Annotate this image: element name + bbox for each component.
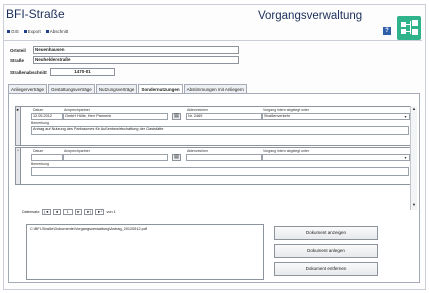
header-menu: GIS Export Abschnitt [7,29,68,34]
contact-card-icon[interactable]: ▤ [172,154,181,161]
abschnitt-field[interactable]: 1470-01 [50,68,115,76]
strasse-field[interactable]: Neuhelderstraße [33,56,239,64]
nav-of-text: von 1 [106,209,116,214]
nav-next-button[interactable]: ► [74,208,83,215]
strasse-row: Straße Neuhelderstraße [10,56,239,64]
bemerkung-field[interactable] [31,167,409,176]
module-title: Vorgangsverwaltung [258,10,363,22]
record-selector[interactable]: ► [16,107,21,145]
menu-item-export[interactable]: Export [23,29,41,34]
new-record-selector[interactable]: * [16,148,21,184]
strasse-label: Straße [10,57,25,63]
aktenzeichen-field[interactable]: Nr. 2469 [186,113,262,120]
record-new: * Datum Ansprechpartner Aktenzeichen Vor… [15,147,412,185]
abschnitt-icon [45,30,49,33]
ortsteil-label: Ortsteil [10,47,26,53]
nav-label: Datensatz: [22,209,41,214]
datum-field[interactable]: 12.05.2012 [31,113,63,120]
contact-card-icon[interactable]: ▤ [172,113,181,120]
ortsteil-row: Ortsteil Neuenhausen [10,46,239,54]
vorgang-label: Vorgang intern abgelegt unter [263,108,310,112]
menu-item-gis[interactable]: GIS [7,29,19,34]
abschnitt-row: Straßenabschnitt 1470-01 [10,68,115,76]
vorgang-select[interactable]: Straßenverkehr [262,113,410,120]
help-button[interactable]: ? [383,27,391,35]
show-document-button[interactable]: Dokument anzeigen [274,226,378,240]
nav-prev-button[interactable]: ◄ [52,208,61,215]
scroll-down-icon[interactable]: ▼ [412,202,416,207]
document-item[interactable]: C:\BFI-Straße\Dokumente\Vorgangsverwaltu… [30,227,260,231]
tab-sondernutzungen[interactable]: Sondernutzungen [138,84,183,93]
chevron-down-icon[interactable]: ▾ [403,114,408,119]
abschnitt-label: Straßenabschnitt [10,69,47,75]
tab-nutzungsvertraege[interactable]: Nutzungsverträge [95,84,138,93]
aktenzeichen-label: Aktenzeichen [187,149,209,153]
datum-label: Datum [33,108,44,112]
nav-current-input[interactable]: 1 [62,208,73,215]
app-logo-icon [397,16,421,40]
header-divider [4,40,422,41]
datum-label: Datum [33,149,44,153]
export-icon [23,30,27,33]
menu-item-abschnitt[interactable]: Abschnitt [45,29,68,34]
nav-new-button[interactable]: ►* [95,208,105,215]
nav-last-button[interactable]: ►| [84,208,94,215]
bemerkung-label: Bemerkung [31,121,49,125]
ansprechpartner-label: Ansprechpartner [64,108,90,112]
tab-abstimmungen[interactable]: Abstimmungen mit Anliegern [183,84,247,93]
record-1: ► Datum Ansprechpartner Aktenzeichen Vor… [15,106,412,146]
gis-icon [7,30,10,33]
bemerkung-field[interactable]: Antrag auf Nutzung des Parkraumes für Au… [31,126,409,135]
records-scrollbar[interactable]: ▲ ▼ [410,106,417,210]
nav-first-button[interactable]: |◄ [42,208,51,215]
chevron-down-icon[interactable]: ▾ [403,155,408,160]
ansprechpartner-field[interactable]: GmbH Hölle, Herr Pannenk [63,113,168,120]
app-title: BFI-Straße [6,7,65,21]
tab-bar: Anliegerverträge Gestattungsverträge Nut… [8,84,248,93]
datum-field[interactable] [31,154,63,161]
record-navigation: Datensatz: |◄ ◄ 1 ► ►| ►* von 1 [22,208,116,215]
vorgang-select[interactable] [262,154,410,161]
document-list[interactable]: C:\BFI-Straße\Dokumente\Vorgangsverwaltu… [26,224,264,280]
scroll-up-icon[interactable]: ▲ [412,106,416,111]
tab-anliegervertraege[interactable]: Anliegerverträge [8,84,48,93]
ortsteil-field[interactable]: Neuenhausen [33,46,239,54]
tab-gestattungsvertraege[interactable]: Gestattungsverträge [48,84,95,93]
aktenzeichen-label: Aktenzeichen [187,108,209,112]
ansprechpartner-field[interactable] [63,154,168,161]
vorgang-label: Vorgang intern abgelegt unter [263,149,310,153]
bemerkung-label: Bemerkung [31,162,49,166]
add-document-button[interactable]: Dokument anlegen [274,244,378,258]
ansprechpartner-label: Ansprechpartner [64,149,90,153]
aktenzeichen-field[interactable] [186,154,262,161]
remove-document-button[interactable]: Dokument entfernen [274,262,378,276]
